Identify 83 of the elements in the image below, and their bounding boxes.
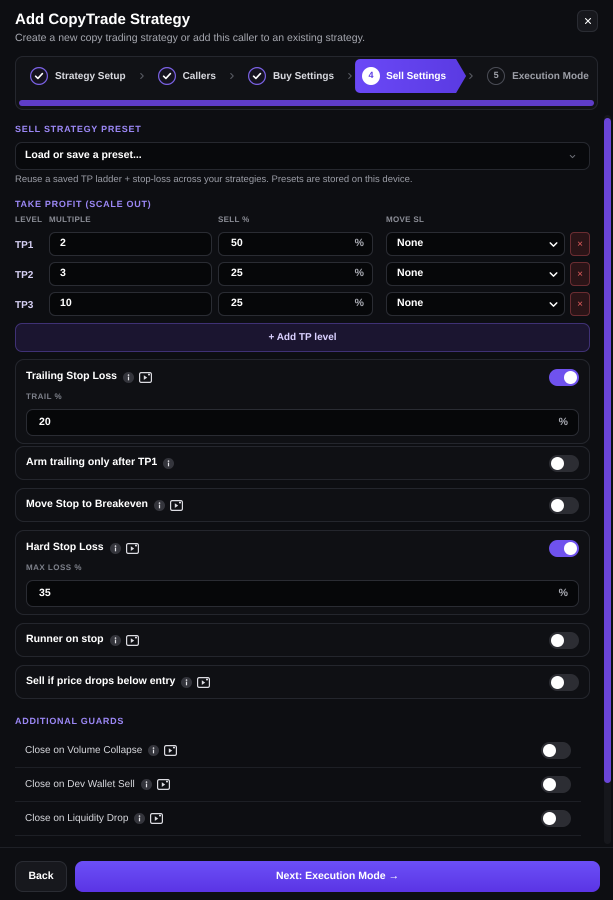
next-button[interactable]: Next: Execution Mode → (75, 861, 600, 892)
setting-title: Hard Stop Loss (26, 540, 104, 556)
info-icon[interactable] (148, 745, 160, 756)
toggle-switch[interactable] (541, 776, 571, 793)
video-icon[interactable] (139, 372, 152, 382)
percent-unit: % (558, 414, 568, 430)
toggle-switch[interactable] (549, 674, 579, 690)
close-icon (582, 16, 592, 26)
sell-percent-input[interactable]: 50 % (218, 232, 373, 256)
toggle-switch[interactable] (549, 632, 579, 648)
add-tp-level-button[interactable]: + Add TP level (15, 323, 590, 352)
video-icon[interactable] (170, 500, 183, 510)
percent-unit: % (354, 236, 364, 252)
tp-level-label: TP1 (15, 240, 34, 251)
setting-title: Arm trailing only after TP1 (26, 455, 158, 470)
close-button[interactable] (577, 10, 598, 32)
info-icon[interactable] (110, 542, 121, 554)
percent-input[interactable]: 20 % (26, 409, 579, 436)
toggle-switch[interactable] (549, 496, 579, 514)
video-icon[interactable] (126, 542, 139, 554)
step-label[interactable]: Execution Mode (512, 68, 589, 84)
setting-title: Move Stop to Breakeven (26, 497, 148, 512)
column-header: SELL % (218, 215, 250, 224)
toggle-switch[interactable] (549, 540, 579, 556)
section-title: TAKE PROFIT (SCALE OUT) (15, 198, 152, 210)
percent-input[interactable]: 35 % (26, 580, 579, 607)
move-sl-select[interactable]: None (386, 292, 565, 316)
video-icon[interactable] (156, 779, 170, 790)
back-button[interactable]: Back (15, 861, 67, 892)
toggle-switch[interactable] (541, 810, 571, 827)
dialog-title: Add CopyTrade Strategy (15, 11, 192, 29)
tp-level-label: TP2 (15, 270, 34, 281)
remove-level-button[interactable]: × (570, 262, 590, 286)
setting-title: Trailing Stop Loss (26, 369, 118, 384)
sell-percent-input[interactable]: 25 % (218, 292, 373, 316)
info-icon[interactable] (154, 500, 165, 510)
percent-unit: % (354, 266, 364, 282)
section-title: SELL STRATEGY PRESET (15, 123, 142, 135)
step-number: 5 (487, 67, 506, 85)
step-label[interactable]: Strategy Setup (55, 68, 126, 84)
video-icon[interactable] (164, 745, 178, 756)
dialog-subtitle: Create a new copy trading strategy or add this caller to an existing strategy. (15, 31, 365, 46)
setting-title: Runner on stop (26, 632, 104, 648)
info-icon[interactable] (181, 676, 192, 688)
section-title: ADDITIONAL GUARDS (15, 715, 126, 727)
step-label[interactable]: Callers (182, 68, 216, 84)
step-label: Sell Settings (386, 70, 446, 84)
preset-select[interactable]: Load or save a preset... (15, 142, 590, 170)
move-sl-select[interactable]: None (386, 232, 565, 256)
field-label: TRAIL % (26, 392, 64, 402)
info-icon[interactable] (134, 813, 146, 824)
sell-percent-input[interactable]: 25 % (218, 262, 373, 286)
column-header: MOVE SL (386, 215, 424, 224)
multiple-input[interactable]: 10 (49, 292, 212, 316)
video-icon[interactable] (197, 676, 210, 688)
guard-label: Close on Dev Wallet Sell (25, 778, 135, 792)
field-label: MAX LOSS % (26, 563, 83, 573)
video-icon[interactable] (150, 813, 164, 824)
current-step-chip[interactable]: 4 Sell Settings (355, 59, 466, 93)
guard-label: Close on Volume Collapse (25, 744, 142, 758)
remove-level-button[interactable]: × (570, 292, 590, 316)
move-sl-select[interactable]: None (386, 262, 565, 286)
toggle-switch[interactable] (541, 742, 571, 759)
column-header: LEVEL (15, 215, 42, 224)
help-text: Reuse a saved TP ladder + stop-loss across your strategies. Presets are stored on this device. (15, 173, 414, 187)
step-label[interactable]: Buy Settings (272, 68, 334, 84)
toggle-switch[interactable] (549, 454, 579, 472)
info-icon[interactable] (163, 458, 174, 468)
multiple-input[interactable]: 2 (49, 232, 212, 256)
info-icon[interactable] (123, 372, 134, 382)
remove-level-button[interactable]: × (570, 232, 590, 256)
setting-title: Sell if price drops below entry (26, 674, 176, 690)
percent-unit: % (558, 586, 568, 601)
multiple-input[interactable]: 3 (49, 262, 212, 286)
step-number: 4 (362, 67, 380, 85)
info-icon[interactable] (110, 634, 121, 646)
tp-level-label: TP3 (15, 300, 34, 311)
toggle-switch[interactable] (549, 368, 579, 386)
guard-label: Close on Liquidity Drop (25, 812, 128, 826)
column-header: MULTIPLE (49, 215, 91, 224)
video-icon[interactable] (126, 634, 139, 646)
info-icon[interactable] (140, 779, 152, 790)
percent-unit: % (354, 296, 364, 312)
